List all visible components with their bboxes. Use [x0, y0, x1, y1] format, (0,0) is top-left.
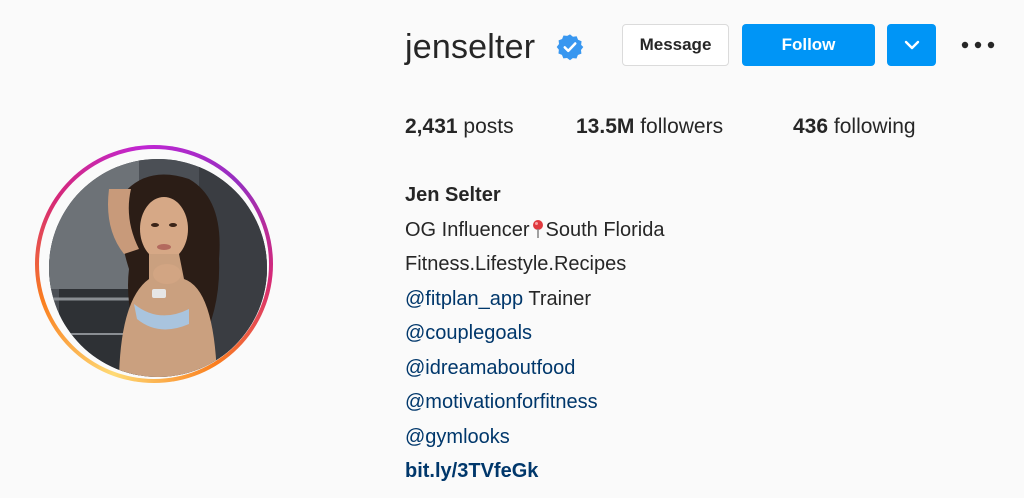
avatar-photo: [49, 159, 267, 377]
verified-badge-icon: [556, 34, 584, 61]
more-options-icon[interactable]: [958, 34, 998, 56]
profile-page: jenselter Message Follow 2,431 posts 13.…: [0, 0, 1024, 498]
full-name: Jen Selter: [405, 184, 501, 206]
chevron-down-icon: [904, 40, 919, 50]
follow-button[interactable]: Follow: [742, 24, 875, 66]
followers-stat[interactable]: 13.5M followers: [576, 115, 723, 139]
mention-link[interactable]: @gymlooks: [405, 420, 664, 455]
username: jenselter: [405, 28, 536, 66]
profile-bio: Jen Selter OG Influencer South Florida Fi…: [405, 178, 664, 489]
mention-link[interactable]: @idreamaboutfood: [405, 351, 664, 386]
bio-line-tagline: Fitness.Lifestyle.Recipes: [405, 253, 627, 275]
mention-link[interactable]: @fitplan_app: [405, 288, 523, 310]
mention-link[interactable]: @motivationforfitness: [405, 385, 664, 420]
bio-line-trainer: @fitplan_app Trainer: [405, 287, 591, 310]
bio-line-location: OG Influencer South Florida: [405, 218, 665, 241]
profile-avatar[interactable]: [35, 145, 273, 383]
posts-stat: 2,431 posts: [405, 115, 514, 138]
message-button[interactable]: Message: [622, 24, 729, 66]
bio-website-link[interactable]: bit.ly/3TVfeGk: [405, 454, 664, 489]
round-pushpin-icon: [532, 219, 543, 238]
following-stat[interactable]: 436 following: [793, 115, 916, 139]
suggested-accounts-dropdown-button[interactable]: [887, 24, 936, 66]
mention-link[interactable]: @couplegoals: [405, 316, 664, 351]
